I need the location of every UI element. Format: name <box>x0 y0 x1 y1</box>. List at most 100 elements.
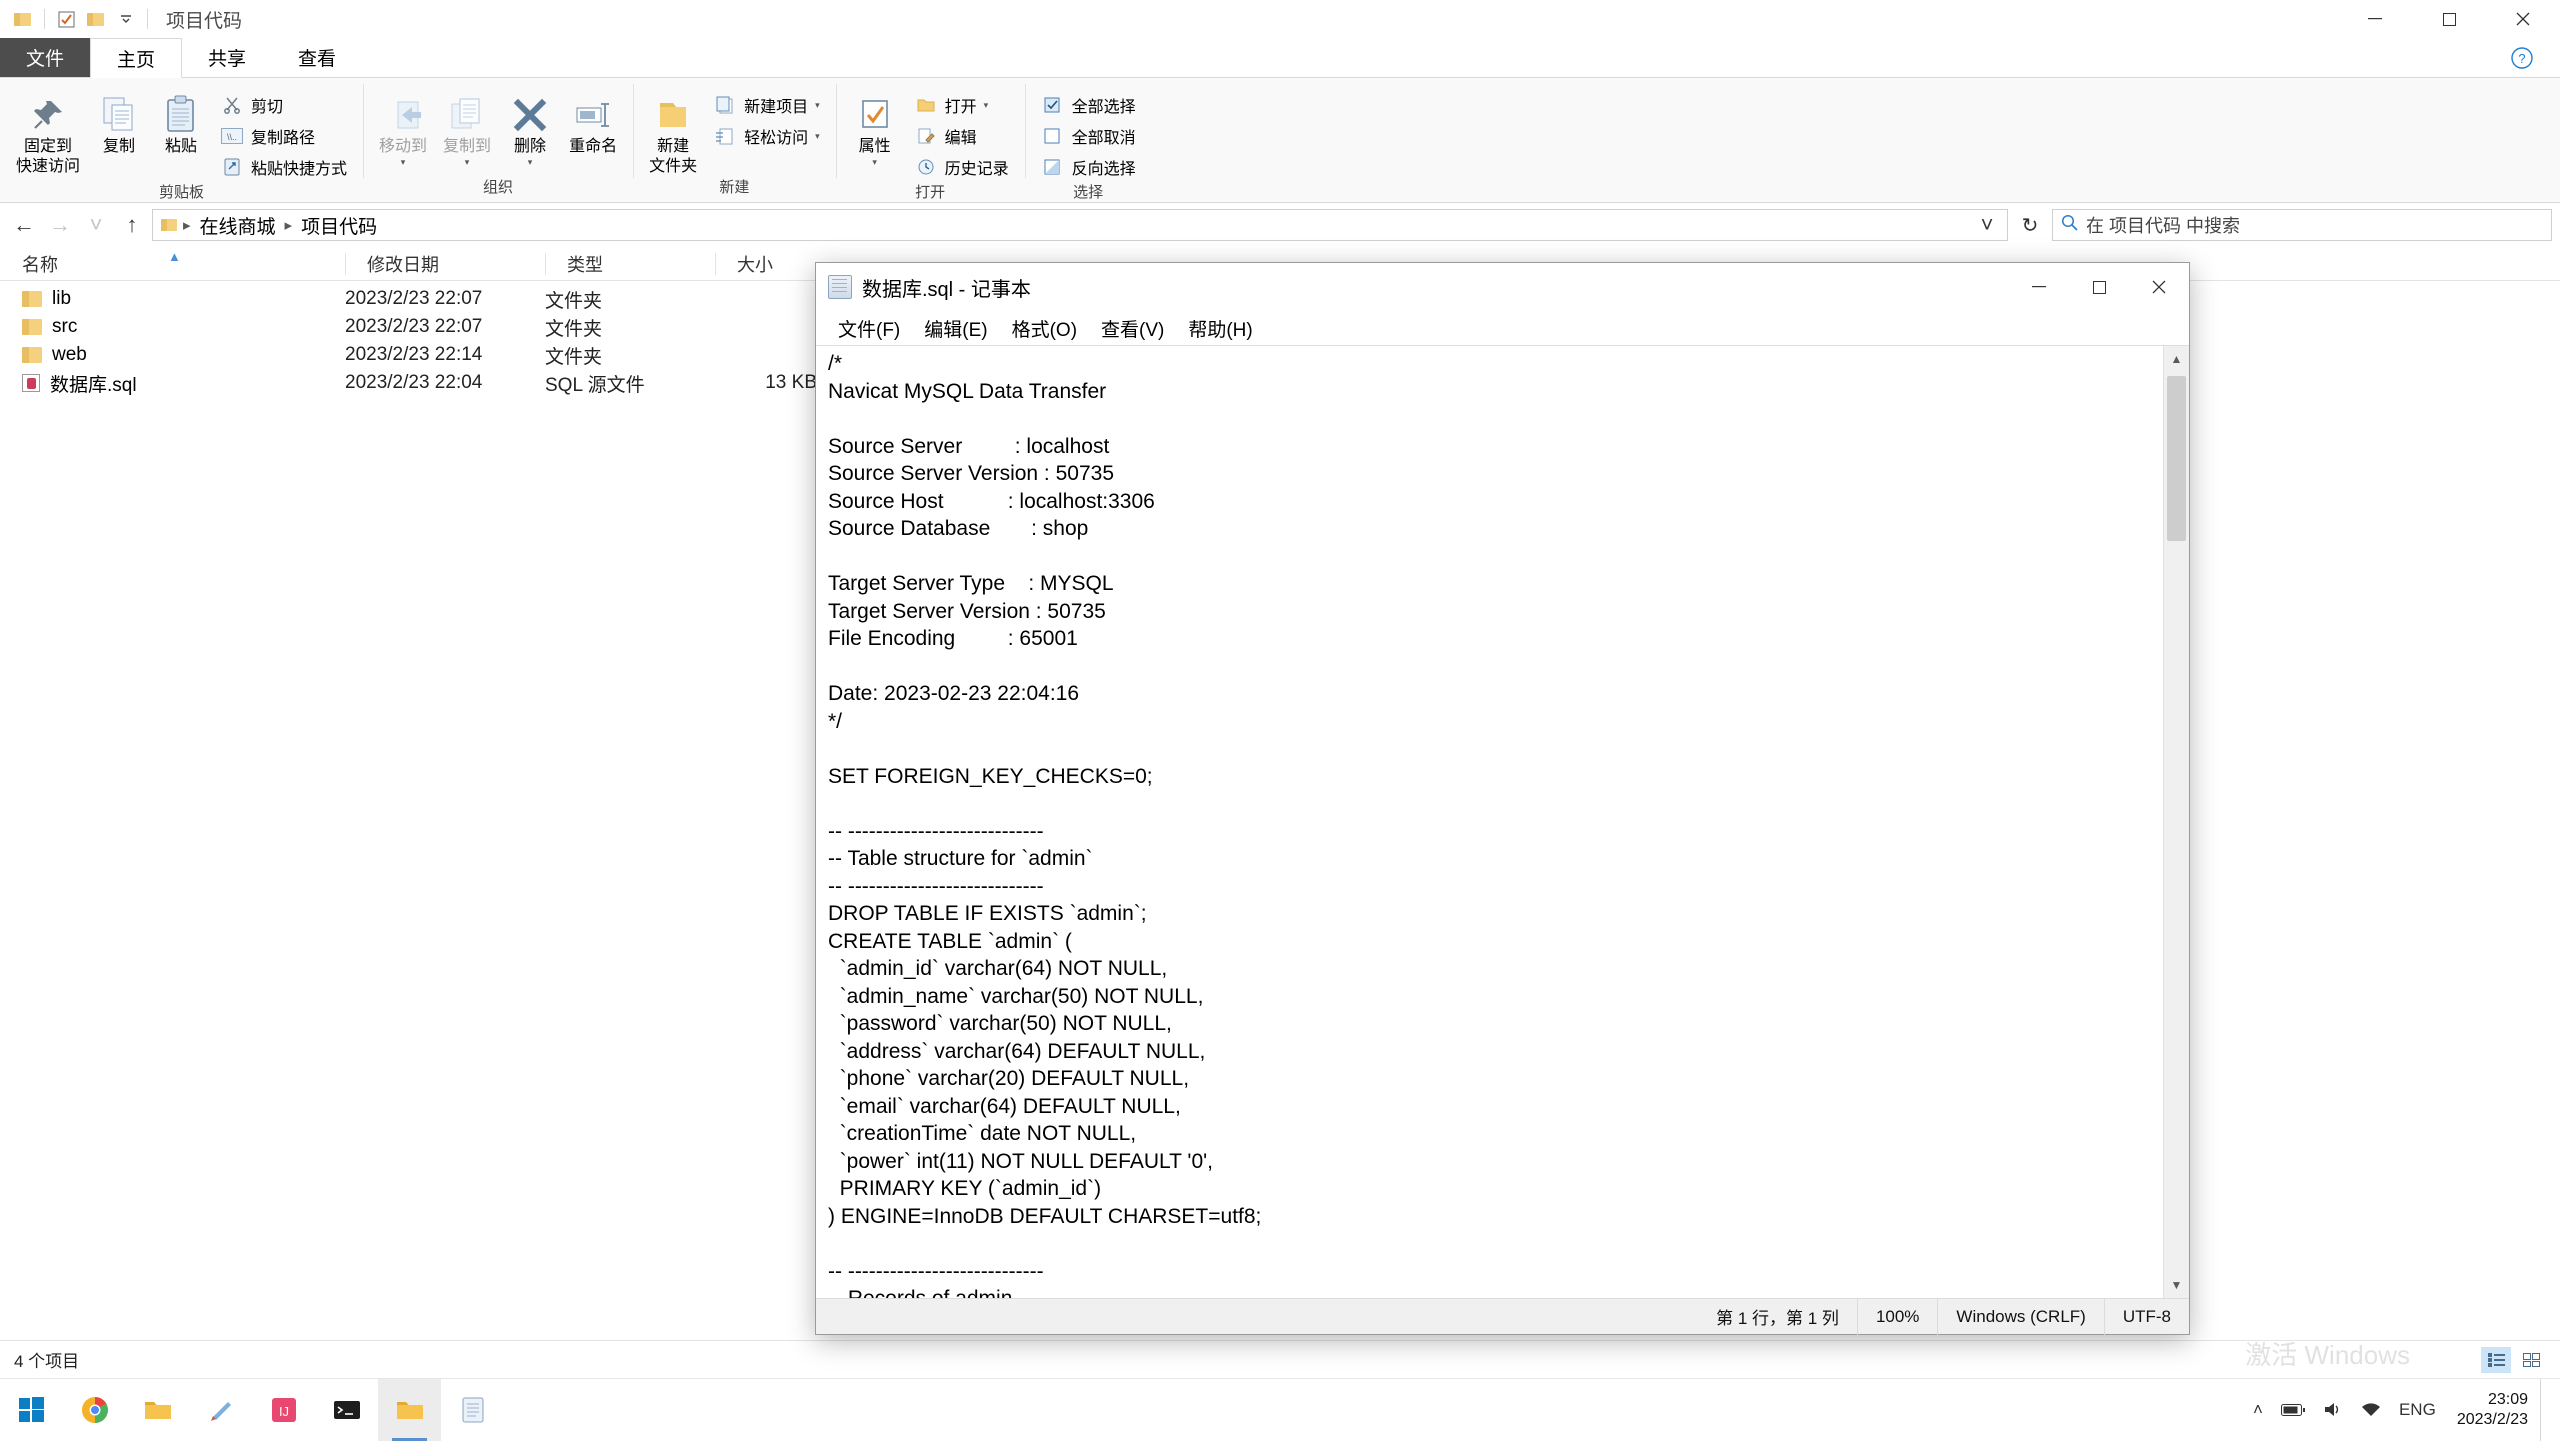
scroll-down-icon[interactable]: ▼ <box>2164 1272 2189 1298</box>
breadcrumb-item-0[interactable]: 在线商城 <box>195 210 281 241</box>
copy-path-button[interactable]: \\.. 复制路径 <box>214 122 353 150</box>
paste-shortcut-button[interactable]: 粘贴快捷方式 <box>214 153 353 181</box>
taskbar-terminal[interactable] <box>315 1379 378 1441</box>
minimize-button[interactable] <box>2338 0 2412 38</box>
chevron-down-icon[interactable]: ▾ <box>872 157 877 168</box>
breadcrumb-separator[interactable]: ▸ <box>183 216 191 234</box>
address-chevron-icon[interactable]: ˅ <box>1971 209 2003 241</box>
new-folder-icon[interactable] <box>81 4 111 34</box>
notepad-caption-buttons <box>2009 263 2189 311</box>
tab-view[interactable]: 查看 <box>272 38 362 77</box>
taskbar-chrome[interactable] <box>63 1379 126 1441</box>
easy-access-button[interactable]: 轻松访问 ▾ <box>707 122 826 150</box>
start-button[interactable] <box>0 1379 63 1441</box>
forward-button[interactable]: → <box>44 209 76 241</box>
chevron-down-icon[interactable]: ▾ <box>815 131 820 142</box>
volume-icon[interactable] <box>2314 1379 2352 1441</box>
rename-button[interactable]: 重命名 <box>563 87 623 157</box>
file-name-label: 数据库.sql <box>50 370 137 397</box>
paste-button[interactable]: 粘贴 <box>152 87 210 157</box>
maximize-button[interactable] <box>2412 0 2486 38</box>
file-type-cell: 文件夹 <box>545 314 715 341</box>
close-button[interactable] <box>2486 0 2560 38</box>
move-to-button[interactable]: 移动到 ▾ <box>373 87 433 168</box>
menu-format[interactable]: 格式(O) <box>1000 311 1089 346</box>
edit-button[interactable]: 编辑 <box>908 122 1015 150</box>
breadcrumb-separator[interactable]: ▸ <box>285 216 293 234</box>
taskbar-idea[interactable]: IJ <box>252 1379 315 1441</box>
address-bar[interactable]: ▸ 在线商城 ▸ 项目代码 ˅ <box>152 209 2008 241</box>
notepad-text-area[interactable]: /* Navicat MySQL Data Transfer Source Se… <box>816 346 2163 1298</box>
history-button[interactable]: 历史记录 <box>908 153 1015 181</box>
tab-home[interactable]: 主页 <box>90 38 182 78</box>
tab-share[interactable]: 共享 <box>182 38 272 77</box>
cut-button[interactable]: 剪切 <box>214 91 353 119</box>
chevron-down-icon[interactable]: ▾ <box>815 100 820 111</box>
chevron-down-icon[interactable]: ▾ <box>401 157 406 168</box>
folder-icon <box>22 319 42 335</box>
tray-chevron-icon[interactable]: ˄ <box>2244 1379 2272 1441</box>
notepad-window[interactable]: 数据库.sql - 记事本 文件(F) 编辑(E) 格式(O) 查看(V) 帮助… <box>815 262 2190 1335</box>
customize-chevron-icon[interactable] <box>111 4 141 34</box>
copy-to-button[interactable]: 复制到 ▾ <box>437 87 497 168</box>
taskbar-editor[interactable] <box>189 1379 252 1441</box>
back-button[interactable]: ← <box>8 209 40 241</box>
menu-file[interactable]: 文件(F) <box>826 311 912 346</box>
clock[interactable]: 23:09 2023/2/23 <box>2445 1390 2540 1429</box>
help-icon[interactable]: ? <box>2502 38 2542 78</box>
new-folder-button[interactable]: 新建 文件夹 <box>643 87 703 176</box>
file-date-cell: 2023/2/23 22:04 <box>345 372 545 394</box>
taskbar-explorer-active[interactable] <box>378 1379 441 1441</box>
select-none-button[interactable]: 全部取消 <box>1035 122 1142 150</box>
invert-selection-button[interactable]: 反向选择 <box>1035 153 1142 181</box>
select-all-button[interactable]: 全部选择 <box>1035 91 1142 119</box>
network-icon[interactable] <box>2352 1379 2390 1441</box>
menu-view[interactable]: 查看(V) <box>1089 311 1176 346</box>
taskbar-notepad[interactable] <box>441 1379 504 1441</box>
properties-button[interactable]: 属性 ▾ <box>846 87 904 168</box>
folder-icon <box>22 347 42 363</box>
taskbar-explorer[interactable] <box>126 1379 189 1441</box>
open-button[interactable]: 打开 ▾ <box>908 91 1015 119</box>
notepad-minimize-button[interactable] <box>2009 263 2069 311</box>
chevron-down-icon[interactable]: ▾ <box>465 157 470 168</box>
refresh-button[interactable]: ↻ <box>2012 209 2048 241</box>
move-to-label: 移动到 <box>379 137 427 157</box>
scroll-up-icon[interactable]: ▲ <box>2164 346 2189 372</box>
breadcrumb-item-1[interactable]: 项目代码 <box>296 210 382 241</box>
pin-to-quick-access-label: 固定到 快速访问 <box>16 137 80 176</box>
input-language-indicator[interactable]: ENG <box>2390 1379 2445 1441</box>
pin-to-quick-access-button[interactable]: 固定到 快速访问 <box>10 87 86 176</box>
details-view-button[interactable] <box>2481 1347 2511 1373</box>
recent-locations-button[interactable]: ˅ <box>80 209 112 241</box>
search-input-placeholder[interactable]: 在 项目代码 中搜索 <box>2086 212 2240 238</box>
chevron-down-icon[interactable]: ▾ <box>528 157 533 168</box>
up-button[interactable]: ↑ <box>116 209 148 241</box>
notepad-close-button[interactable] <box>2129 263 2189 311</box>
taskbar-items: IJ <box>0 1379 504 1441</box>
notepad-maximize-button[interactable] <box>2069 263 2129 311</box>
encoding-label: UTF-8 <box>2104 1299 2189 1335</box>
scrollbar-thumb[interactable] <box>2167 376 2186 541</box>
select-none-icon <box>1041 125 1065 147</box>
battery-icon[interactable] <box>2272 1379 2314 1441</box>
large-icons-view-button[interactable] <box>2516 1347 2546 1373</box>
show-desktop-button[interactable] <box>2540 1379 2550 1441</box>
delete-button[interactable]: 删除 ▾ <box>501 87 559 168</box>
notepad-title-bar[interactable]: 数据库.sql - 记事本 <box>816 263 2189 311</box>
zoom-level-label[interactable]: 100% <box>1857 1299 1937 1335</box>
menu-help[interactable]: 帮助(H) <box>1176 311 1264 346</box>
column-header-name[interactable]: 名称 ▲ <box>0 247 345 281</box>
chevron-down-icon[interactable]: ▾ <box>984 100 989 111</box>
column-header-type[interactable]: 类型 <box>545 247 715 281</box>
notepad-menu-bar: 文件(F) 编辑(E) 格式(O) 查看(V) 帮助(H) <box>816 311 2189 345</box>
column-header-date[interactable]: 修改日期 <box>345 247 545 281</box>
notepad-vertical-scrollbar[interactable]: ▲ ▼ <box>2163 346 2189 1298</box>
menu-edit[interactable]: 编辑(E) <box>912 311 999 346</box>
divider <box>44 9 45 29</box>
copy-button[interactable]: 复制 <box>90 87 148 157</box>
search-box[interactable]: 在 项目代码 中搜索 <box>2052 209 2552 241</box>
properties-icon[interactable] <box>51 4 81 34</box>
tab-file[interactable]: 文件 <box>0 38 90 77</box>
new-item-button[interactable]: 新建项目 ▾ <box>707 91 826 119</box>
